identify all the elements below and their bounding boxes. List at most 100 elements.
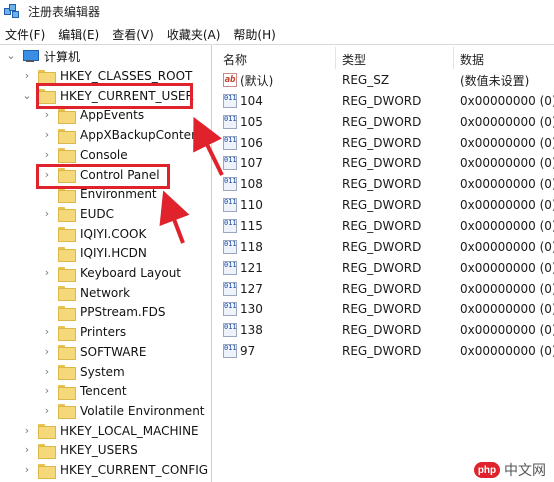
dword-value-icon: 0110 <box>223 323 237 338</box>
chevron-right-icon[interactable]: › <box>42 267 52 278</box>
chevron-right-icon[interactable]: › <box>42 149 52 160</box>
chevron-right-icon[interactable]: › <box>42 405 52 416</box>
chevron-right-icon[interactable]: › <box>42 129 52 140</box>
menu-edit[interactable]: 编辑(E) <box>53 26 107 43</box>
title-bar: 注册表编辑器 <box>0 0 554 22</box>
value-data: 0x00000000 (0) <box>460 114 554 129</box>
chevron-down-icon[interactable]: ⌄ <box>22 90 32 101</box>
menu-help[interactable]: 帮助(H) <box>228 26 283 43</box>
value-row[interactable]: 0110106 REG_DWORD 0x00000000 (0) <box>213 133 554 153</box>
menu-view[interactable]: 查看(V) <box>107 26 162 43</box>
value-data: 0x00000000 (0) <box>460 198 554 213</box>
computer-icon <box>22 49 39 63</box>
value-row[interactable]: 0110127 REG_DWORD 0x00000000 (0) <box>213 279 554 299</box>
dword-value-icon: 0110 <box>223 302 237 317</box>
tree-item[interactable]: ›IQIYI.HCDN <box>42 243 147 263</box>
dword-value-icon: 0110 <box>223 135 237 150</box>
menu-favorites[interactable]: 收藏夹(A) <box>162 26 229 43</box>
folder-icon <box>58 128 76 144</box>
tree-item-label: HKEY_LOCAL_MACHINE <box>60 423 199 438</box>
chevron-right-icon[interactable]: › <box>42 366 52 377</box>
value-row[interactable]: ab (默认) REG_SZ (数值未设置) <box>213 70 554 90</box>
value-row[interactable]: 0110118 REG_DWORD 0x00000000 (0) <box>213 237 554 257</box>
tree-item[interactable]: › SOFTWARE <box>42 342 146 362</box>
tree-item-label: Tencent <box>80 384 127 399</box>
column-header-data[interactable]: 数据 <box>460 51 484 68</box>
chevron-right-icon[interactable]: › <box>42 326 52 337</box>
chevron-right-icon[interactable]: › <box>22 70 32 81</box>
chevron-right-icon[interactable]: › <box>22 464 32 475</box>
tree-item[interactable]: › HKEY_USERS <box>22 440 138 460</box>
value-row[interactable]: 0110107 REG_DWORD 0x00000000 (0) <box>213 153 554 173</box>
tree-item[interactable]: › Volatile Environment <box>42 401 205 421</box>
chevron-right-icon[interactable]: › <box>42 385 52 396</box>
dword-value-icon: 0110 <box>223 198 237 213</box>
value-type: REG_SZ <box>342 73 390 87</box>
value-list[interactable]: 名称 类型 数据 ab(默认)REG_SZ(数值未设置) 0110 104 REG_D… <box>213 44 554 482</box>
tree-item[interactable]: › Printers <box>42 322 126 342</box>
value-data: 0x00000000 (0) <box>460 323 554 338</box>
tree-root-computer[interactable]: ⌄ 计算机 <box>6 46 80 66</box>
tree-item-label: IQIYI.HCDN <box>80 246 147 261</box>
value-row[interactable]: 0110105 REG_DWORD 0x00000000 (0) <box>213 112 554 132</box>
chevron-right-icon[interactable]: › <box>42 109 52 120</box>
dword-value-icon: 0110 <box>223 218 237 233</box>
tree-item[interactable]: › Console <box>42 145 128 165</box>
value-row[interactable]: 0110110 REG_DWORD 0x00000000 (0) <box>213 195 554 215</box>
column-divider[interactable] <box>335 47 336 69</box>
tree-item[interactable]: ›IQIYI.COOK <box>42 224 146 244</box>
value-row[interactable]: 0110108 REG_DWORD 0x00000000 (0) <box>213 174 554 194</box>
menu-file[interactable]: 文件(F) <box>0 26 53 43</box>
value-data: 0x00000000 (0) <box>460 281 554 296</box>
value-name: 115 <box>240 218 263 233</box>
tree-item[interactable]: ›Network <box>42 283 130 303</box>
folder-icon <box>58 207 76 223</box>
tree-item-label: IQIYI.COOK <box>80 226 147 241</box>
dword-value-icon: 0110 <box>223 239 237 254</box>
value-data: 0x00000000 (0) <box>460 177 554 192</box>
value-data: 0x00000000 (0) <box>460 302 554 317</box>
value-row[interactable]: 0110138 REG_DWORD 0x00000000 (0) <box>213 320 554 340</box>
column-divider[interactable] <box>453 47 454 69</box>
chevron-right-icon[interactable]: › <box>42 208 52 219</box>
chevron-right-icon[interactable]: › <box>22 444 32 455</box>
folder-icon <box>58 187 76 203</box>
value-name: 104 <box>240 93 263 108</box>
folder-icon <box>58 345 76 361</box>
folder-icon <box>38 463 56 479</box>
tree-item[interactable]: › AppXBackupContentTy <box>42 125 212 145</box>
value-type: REG_DWORD <box>342 93 422 108</box>
value-row[interactable]: 0110130 REG_DWORD 0x00000000 (0) <box>213 299 554 319</box>
column-header-name[interactable]: 名称 <box>223 51 247 68</box>
window-title: 注册表编辑器 <box>28 4 101 19</box>
value-row[interactable]: 011097 REG_DWORD 0x00000000 (0) <box>213 341 554 361</box>
value-row[interactable]: 0110115 REG_DWORD 0x00000000 (0) <box>213 216 554 236</box>
tree-item-label: AppXBackupContentTy <box>80 128 212 143</box>
value-name: 105 <box>240 114 263 129</box>
tree-item[interactable]: › Keyboard Layout <box>42 263 181 283</box>
value-data: 0x00000000 (0) <box>460 260 554 275</box>
value-row[interactable]: 0110104 REG_DWORD 0x00000000 (0) <box>213 91 554 111</box>
value-row[interactable]: 0110121 REG_DWORD 0x00000000 (0) <box>213 258 554 278</box>
chevron-right-icon[interactable]: › <box>42 346 52 357</box>
registry-tree[interactable]: ⌄ 计算机 › HKEY_CLASSES_ROOT ⌄ HKEY_CURRENT_US… <box>0 44 212 482</box>
chevron-right-icon[interactable]: › <box>22 425 32 436</box>
column-header-type[interactable]: 类型 <box>342 51 366 68</box>
value-data: 0x00000000 (0) <box>460 239 554 254</box>
tree-item-label: Printers <box>80 325 127 340</box>
tree-item[interactable]: › HKEY_LOCAL_MACHINE <box>22 421 199 441</box>
tree-item[interactable]: › System <box>42 362 125 382</box>
folder-icon <box>38 69 56 85</box>
tree-item[interactable]: › EUDC <box>42 204 114 224</box>
value-data: 0x00000000 (0) <box>460 156 554 171</box>
chevron-down-icon[interactable]: ⌄ <box>6 50 16 61</box>
watermark-badge: php <box>474 462 500 478</box>
folder-icon <box>58 404 76 420</box>
tree-item[interactable]: › HKEY_CURRENT_CONFIG <box>22 460 208 480</box>
folder-icon <box>58 266 76 282</box>
tree-item[interactable]: › Tencent <box>42 381 127 401</box>
folder-icon <box>58 108 76 124</box>
tree-item[interactable]: ›PPStream.FDS <box>42 302 165 322</box>
string-value-icon: ab <box>223 73 237 87</box>
tree-item-label: Keyboard Layout <box>80 266 182 280</box>
